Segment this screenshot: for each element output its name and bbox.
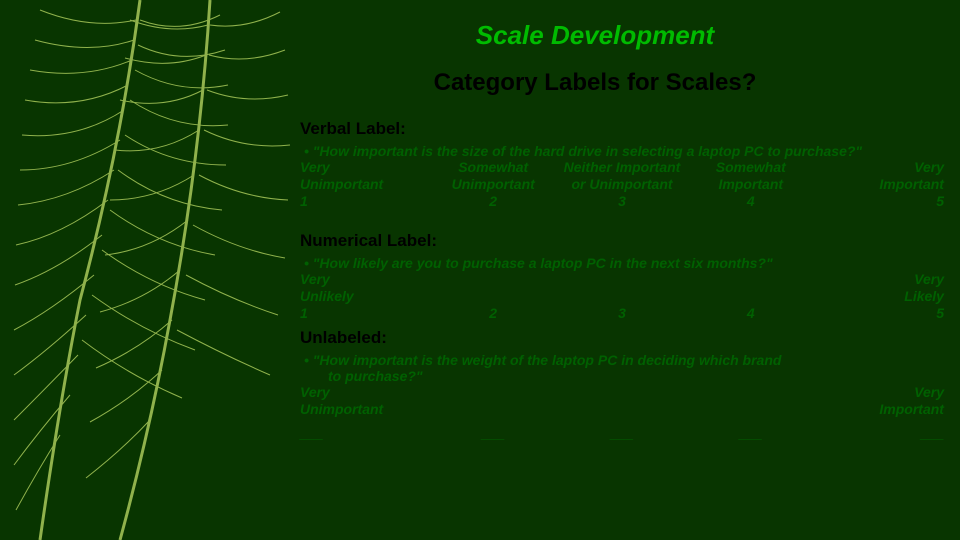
num-left-l1: Very	[300, 271, 429, 288]
bullet-icon: •	[304, 255, 313, 271]
unlabeled-question-l2: to purchase?"	[328, 368, 950, 384]
verbal-col4-num: 4	[686, 193, 815, 210]
unl-right-l1: Very	[815, 384, 944, 401]
verbal-question-text: "How important is the size of the hard d…	[313, 143, 862, 159]
unlabeled-question-l1: • "How important is the weight of the la…	[306, 352, 950, 368]
numerical-row-numbers: 1 2 3 4 5	[300, 305, 944, 322]
verbal-col5-num: 5	[815, 193, 944, 210]
verbal-row-line1: Very Somewhat Neither Important Somewhat…	[300, 159, 944, 176]
unl-blank-5: ___	[815, 425, 944, 442]
verbal-col4-l1: Somewhat	[686, 159, 815, 176]
verbal-row-numbers: 1 2 3 4 5	[300, 193, 944, 210]
verbal-col1-num: 1	[300, 193, 429, 210]
verbal-question: • "How important is the size of the hard…	[306, 143, 950, 159]
unl-blank-4: ___	[686, 425, 815, 442]
unl-blank-1: ___	[300, 425, 429, 442]
unlabeled-row-l2: Unimportant Important	[300, 401, 944, 418]
verbal-col2-l2: Unimportant	[429, 176, 558, 193]
section-numerical-label: Numerical Label:	[300, 231, 950, 251]
unl-blank-2: ___	[429, 425, 558, 442]
verbal-col5-l1: Very	[815, 159, 944, 176]
verbal-col1-l1: Very	[300, 159, 429, 176]
num-left-num: 1	[300, 305, 429, 322]
section-unlabeled-label: Unlabeled:	[300, 328, 950, 348]
verbal-row-line2: Unimportant Unimportant or Unimportant I…	[300, 176, 944, 193]
num-right-l1: Very	[815, 271, 944, 288]
verbal-col1-l2: Unimportant	[300, 176, 429, 193]
numerical-question-text: "How likely are you to purchase a laptop…	[313, 255, 773, 271]
bullet-icon: •	[304, 352, 313, 368]
unlabeled-q-text-1: "How important is the weight of the lapt…	[313, 352, 782, 368]
numerical-row-l2: Unlikely Likely	[300, 288, 944, 305]
page-subtitle: Category Labels for Scales?	[240, 69, 950, 97]
unl-left-l1: Very	[300, 384, 429, 401]
verbal-col2-l1: Somewhat	[429, 159, 558, 176]
unl-right-l2: Important	[815, 401, 944, 418]
verbal-col3-l2: or Unimportant	[558, 176, 687, 193]
num-mid-3: 3	[558, 305, 687, 322]
num-left-l2: Unlikely	[300, 288, 429, 305]
num-right-l2: Likely	[815, 288, 944, 305]
num-right-num: 5	[815, 305, 944, 322]
num-mid-4: 4	[686, 305, 815, 322]
unl-left-l2: Unimportant	[300, 401, 429, 418]
section-verbal-label: Verbal Label:	[300, 119, 950, 139]
numerical-row-l1: Very Very	[300, 271, 944, 288]
verbal-col3-num: 3	[558, 193, 687, 210]
verbal-col3-l1: Neither Important	[558, 159, 687, 176]
verbal-col5-l2: Important	[815, 176, 944, 193]
verbal-col2-num: 2	[429, 193, 558, 210]
verbal-col4-l2: Important	[686, 176, 815, 193]
unlabeled-row-blanks: ___ ___ ___ ___ ___	[300, 425, 944, 442]
unl-blank-3: ___	[558, 425, 687, 442]
numerical-question: • "How likely are you to purchase a lapt…	[306, 255, 950, 271]
page-title: Scale Development	[240, 20, 950, 51]
unlabeled-row-l1: Very Very	[300, 384, 944, 401]
bullet-icon: •	[304, 143, 313, 159]
num-mid-2: 2	[429, 305, 558, 322]
